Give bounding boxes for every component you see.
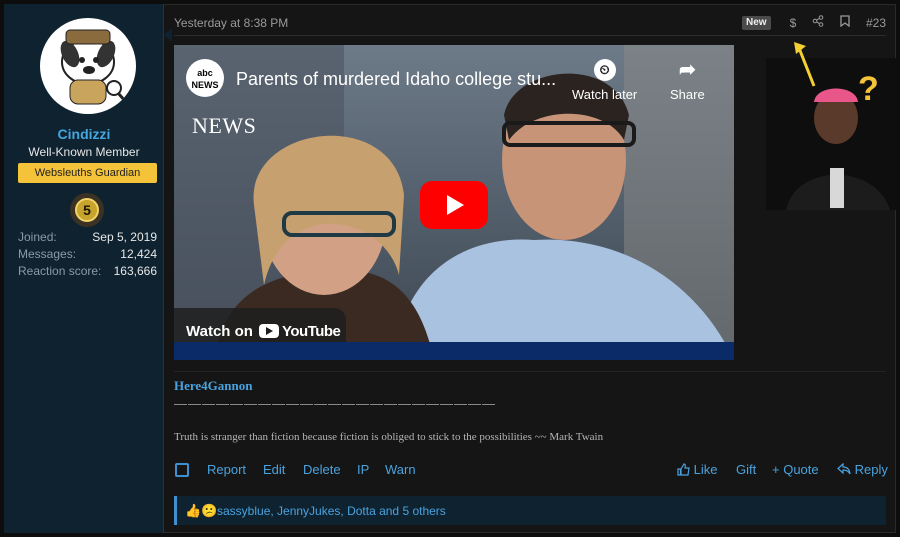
- stat-label: Joined:: [18, 230, 57, 244]
- signature-dashes: ———————————————————————: [174, 396, 496, 411]
- thumbs-up-icon: [677, 462, 694, 477]
- signature-quote: Truth is stranger than fiction because f…: [174, 431, 604, 443]
- report-button[interactable]: Report: [207, 462, 246, 477]
- ip-button[interactable]: IP: [357, 462, 369, 477]
- share-video-button[interactable]: ➦ Share: [670, 59, 705, 102]
- trophy-level: 5: [75, 198, 99, 222]
- header-divider: [174, 35, 886, 36]
- warn-button[interactable]: Warn: [385, 462, 416, 477]
- news-watermark: NEWS: [192, 113, 257, 138]
- signature-divider: [174, 371, 886, 372]
- post-date[interactable]: Yesterday at 8:38 PM: [174, 16, 288, 30]
- stat-value: 163,666: [113, 264, 157, 278]
- like-button[interactable]: Like: [677, 462, 717, 477]
- youtube-wordmark: YouTube: [281, 323, 341, 340]
- user-sidebar: Cindizzi Well-Known Member Websleuths Gu…: [4, 4, 164, 533]
- sidebar-pointer: [164, 28, 172, 42]
- reply-label: Reply: [854, 462, 888, 477]
- stat-value[interactable]: 12,424: [120, 247, 157, 261]
- trophy-icon[interactable]: 5: [70, 193, 104, 227]
- reaction-emoji-icon: 👍😕: [185, 503, 218, 518]
- share-icon[interactable]: [809, 14, 827, 32]
- watch-later-label: Watch later: [572, 87, 638, 102]
- share-arrow-icon: ➦: [678, 59, 696, 81]
- channel-logo[interactable]: abc NEWS: [186, 59, 224, 97]
- avatar[interactable]: [40, 18, 136, 114]
- video-lower-third: [174, 342, 734, 360]
- stat-label: Reaction score:: [18, 264, 102, 278]
- delete-button[interactable]: Delete: [303, 462, 341, 477]
- watch-on-label: Watch on: [186, 323, 253, 340]
- clock-icon: ⏲: [593, 59, 616, 81]
- like-label: Like: [693, 462, 718, 477]
- post-number[interactable]: #23: [866, 16, 886, 30]
- share-label: Share: [670, 87, 705, 102]
- bookmark-icon[interactable]: [836, 14, 854, 32]
- signature-name: Here4Gannon: [174, 378, 253, 393]
- stat-label: Messages:: [18, 247, 77, 261]
- edit-button[interactable]: Edit: [263, 462, 285, 477]
- play-button[interactable]: [420, 181, 488, 229]
- reply-button[interactable]: Reply: [837, 462, 888, 477]
- reactions-bar: 👍😕 sassyblue, JennyJukes, Dotta and 5 ot…: [174, 496, 886, 525]
- username[interactable]: Cindizzi: [4, 126, 164, 142]
- arrow-annotation-icon: [794, 42, 816, 87]
- reaction-gif-image: ?: [766, 58, 896, 210]
- svg-text:?: ?: [858, 70, 879, 108]
- quote-button[interactable]: + Quote: [772, 462, 819, 477]
- stat-value: Sep 5, 2019: [92, 230, 157, 244]
- watch-later-button[interactable]: ⏲ Watch later: [572, 59, 637, 102]
- dollar-icon[interactable]: $: [784, 14, 802, 32]
- new-badge: New: [742, 16, 771, 30]
- gift-button[interactable]: Gift: [736, 462, 756, 477]
- user-banner: Websleuths Guardian: [18, 163, 157, 183]
- reactions-list-link[interactable]: sassyblue, JennyJukes, Dotta and 5 other…: [217, 504, 446, 518]
- youtube-embed[interactable]: abc NEWS Parents of murdered Idaho colle…: [174, 45, 734, 360]
- select-post-checkbox[interactable]: [175, 463, 189, 477]
- user-title: Well-Known Member: [28, 145, 140, 159]
- reply-arrow-icon: [837, 462, 855, 477]
- video-title[interactable]: Parents of murdered Idaho college stu...: [236, 69, 556, 90]
- youtube-icon: [258, 324, 279, 338]
